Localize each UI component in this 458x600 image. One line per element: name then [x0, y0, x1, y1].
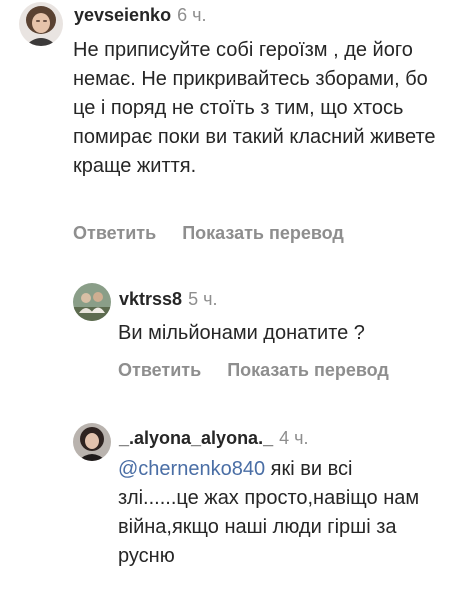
mention-link[interactable]: @chernenko840	[118, 458, 265, 480]
comment-actions: Ответить Показать перевод	[73, 223, 344, 244]
comment-actions: Ответить Показать перевод	[118, 360, 389, 381]
username-link[interactable]: yevseienko	[74, 5, 171, 25]
reply-button[interactable]: Ответить	[118, 360, 201, 380]
comment-header: vktrss8 5 ч.	[119, 288, 217, 310]
comment-text: Ви мільйонами донатите ?	[118, 322, 365, 344]
username-link[interactable]: vktrss8	[119, 289, 182, 309]
user-avatar-icon[interactable]	[73, 283, 111, 321]
comment-text: @chernenko840 які ви всі злі......це жах…	[118, 455, 423, 571]
translate-button[interactable]: Показать перевод	[227, 360, 389, 380]
translate-button[interactable]: Показать перевод	[182, 223, 344, 243]
user-avatar-icon[interactable]	[73, 423, 111, 461]
reply-button[interactable]: Ответить	[73, 223, 156, 243]
user-avatar-icon[interactable]	[19, 2, 63, 46]
comment-header: yevseienko 6 ч.	[74, 4, 206, 26]
timestamp: 4 ч.	[279, 428, 309, 448]
timestamp: 6 ч.	[177, 5, 207, 25]
timestamp: 5 ч.	[188, 289, 218, 309]
comment-header: _.alyona_alyona._ 4 ч.	[119, 427, 308, 449]
comment-text: Не приписуйте собі героїзм , де його нем…	[73, 39, 436, 177]
username-link[interactable]: _.alyona_alyona._	[119, 428, 273, 448]
